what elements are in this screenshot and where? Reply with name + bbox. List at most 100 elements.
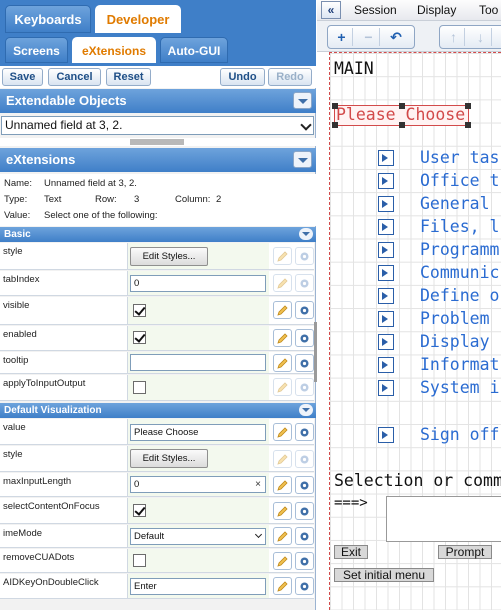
resize-handle[interactable] (332, 122, 338, 128)
move-down-icon[interactable]: ↓ (470, 28, 492, 46)
removecuadots-checkbox[interactable] (133, 554, 146, 567)
tab-auto-gui[interactable]: Auto-GUI (160, 37, 228, 63)
pencil-icon (273, 450, 292, 468)
gear-icon[interactable] (295, 552, 314, 570)
extendable-objects-select[interactable]: Unnamed field at 3, 2. (1, 116, 314, 135)
gear-icon[interactable] (295, 329, 314, 347)
collapse-basic-button[interactable] (299, 228, 313, 240)
move-up-icon[interactable]: ↑ (443, 28, 465, 46)
collapse-default-visualization-button[interactable] (299, 404, 313, 416)
edit-styles-button[interactable]: Edit Styles... (130, 247, 208, 266)
gear-icon[interactable] (295, 354, 314, 372)
menu-option[interactable]: Office t (420, 171, 499, 190)
edit-tool-group: + − ↶ (327, 25, 415, 49)
value-input[interactable]: Please Choose (130, 424, 266, 441)
edit-imemode-button[interactable] (273, 527, 292, 545)
menu-session[interactable]: Session (354, 3, 397, 17)
menu-option[interactable]: Files, l (420, 217, 499, 236)
aidkeyondoubleclick-input[interactable]: Enter (130, 578, 266, 595)
property-label: value (3, 422, 26, 433)
menu-option[interactable]: Informat (420, 355, 499, 374)
visible-checkbox[interactable] (133, 304, 146, 317)
resize-handle[interactable] (399, 103, 405, 109)
menu-option[interactable]: Define o (420, 286, 499, 305)
resize-handle[interactable] (465, 122, 471, 128)
gear-icon[interactable] (295, 577, 314, 595)
gear-icon (295, 274, 314, 292)
tooltip-input[interactable] (130, 354, 266, 371)
selectcontentonfocus-checkbox[interactable] (133, 504, 146, 517)
gear-icon[interactable] (295, 476, 314, 494)
edit-aidkeyondoubleclick-button[interactable] (273, 577, 292, 595)
menu-option[interactable]: System i (420, 378, 499, 397)
menu-option[interactable]: User tas (420, 148, 499, 167)
selected-field[interactable]: Please Choose (332, 103, 471, 128)
menu-option[interactable]: Communic (420, 263, 499, 282)
collapse-panel-button[interactable]: « (321, 1, 341, 19)
edit-styles-button[interactable]: Edit Styles... (130, 449, 208, 468)
edit-enabled-button[interactable] (273, 329, 292, 347)
edit-removecuadots-button[interactable] (273, 552, 292, 570)
splitter-grip[interactable] (130, 139, 184, 145)
property-label: imeMode (3, 528, 43, 539)
property-label: enabled (3, 329, 37, 340)
menu-option[interactable]: Problem (420, 309, 490, 328)
remove-icon[interactable]: − (358, 28, 380, 46)
menu-tools[interactable]: Too (479, 3, 498, 17)
undo-button[interactable]: Undo (220, 68, 265, 86)
menu-option-icon (378, 196, 394, 212)
imemode-select[interactable]: Default (130, 528, 266, 545)
collapse-extendable-objects-button[interactable] (293, 92, 312, 109)
property-label: removeCUADots (3, 552, 75, 563)
edit-selectcontentonfocus-button[interactable] (273, 502, 292, 520)
gear-icon[interactable] (295, 301, 314, 319)
maxinputlength-input[interactable]: 0 × (130, 476, 266, 493)
property-value-cell (127, 549, 269, 572)
extensions-header: eXtensions (0, 148, 316, 172)
menu-display[interactable]: Display (417, 3, 456, 17)
prompt-button[interactable]: Prompt (438, 545, 492, 559)
undo-icon[interactable]: ↶ (385, 28, 407, 46)
edit-value-button[interactable] (273, 423, 292, 441)
command-input[interactable] (386, 496, 501, 542)
edit-maxinputlength-button[interactable] (273, 476, 292, 494)
exit-button[interactable]: Exit (334, 545, 368, 559)
chevron-down-icon (300, 119, 312, 131)
edit-tooltip-button[interactable] (273, 354, 292, 372)
gear-icon[interactable] (295, 423, 314, 441)
default-visualization-title: Default Visualization (4, 405, 102, 416)
applytoinputoutput-checkbox[interactable] (133, 381, 146, 394)
menu-option-signoff[interactable]: Sign off (420, 425, 499, 444)
resize-handle[interactable] (332, 103, 338, 109)
resize-handle[interactable] (465, 103, 471, 109)
reset-button[interactable]: Reset (106, 68, 151, 86)
menu-option[interactable]: Display (420, 332, 490, 351)
tab-extensions[interactable]: eXtensions (72, 37, 156, 63)
panel-splitter[interactable] (0, 138, 316, 146)
menu-option-icon (378, 265, 394, 281)
menu-option[interactable]: Programm (420, 240, 499, 259)
resize-handle[interactable] (399, 122, 405, 128)
tabindex-input[interactable]: 0 (130, 275, 266, 292)
cancel-button[interactable]: Cancel (48, 68, 101, 86)
tab-screens[interactable]: Screens (5, 37, 68, 63)
save-button[interactable]: Save (2, 68, 43, 86)
property-value-cell (127, 326, 269, 350)
property-value-cell (127, 297, 269, 324)
gear-icon[interactable] (295, 527, 314, 545)
menu-option[interactable]: General (420, 194, 490, 213)
menu-option-icon (378, 219, 394, 235)
tab-developer[interactable]: Developer (95, 5, 181, 33)
add-icon[interactable]: + (331, 28, 353, 46)
redo-button[interactable]: Redo (268, 68, 312, 86)
pencil-icon (273, 247, 292, 265)
collapse-extensions-button[interactable] (293, 151, 312, 168)
edit-visible-button[interactable] (273, 301, 292, 319)
screen-title: MAIN (334, 59, 374, 78)
clear-icon[interactable]: × (255, 477, 261, 492)
tab-keyboards[interactable]: Keyboards (5, 5, 91, 33)
gear-icon[interactable] (295, 502, 314, 520)
property-value-cell: Please Choose (127, 419, 269, 444)
set-initial-menu-button[interactable]: Set initial menu (334, 568, 434, 582)
enabled-checkbox[interactable] (133, 331, 146, 344)
